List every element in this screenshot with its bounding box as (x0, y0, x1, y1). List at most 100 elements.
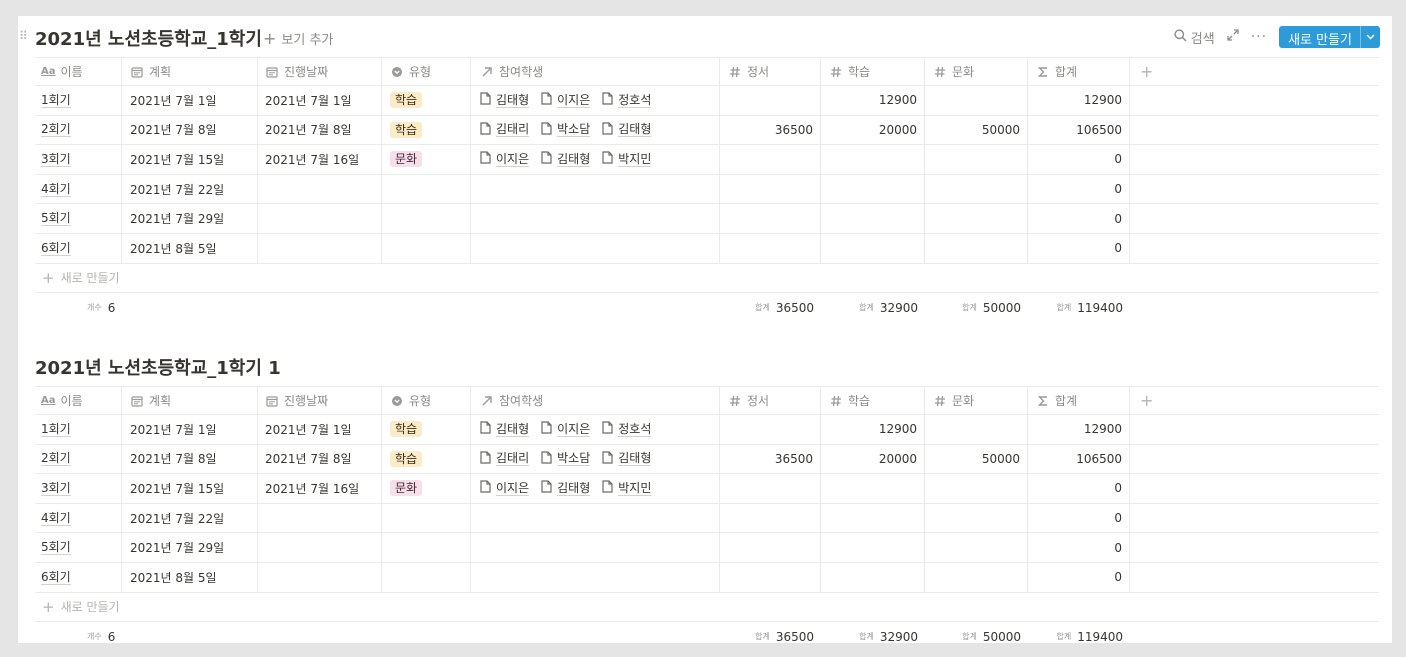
cell-participants[interactable]: 김태형 이지은 정호석 (471, 86, 720, 115)
drag-handle-icon[interactable]: ⠿ (19, 29, 29, 43)
add-view-button[interactable]: + 보기 추가 (263, 29, 333, 48)
calc-culture-sum[interactable]: 합계 50000 (925, 622, 1028, 652)
cell-plan[interactable]: 2021년 7월 22일 (122, 503, 258, 533)
calc-count[interactable]: 개수 6 (87, 293, 115, 323)
calc-count[interactable]: 개수 6 (87, 622, 115, 652)
cell-progress-date[interactable] (258, 562, 382, 592)
cell-name[interactable]: 6회기 (35, 233, 122, 263)
cell-name[interactable]: 1회기 (35, 415, 122, 444)
relation-page-link[interactable]: 박소담 (541, 122, 591, 138)
add-property-button[interactable]: + (1130, 387, 1379, 414)
cell-culture[interactable] (925, 474, 1028, 503)
cell-name[interactable]: 6회기 (35, 562, 122, 592)
cell-plan[interactable]: 2021년 7월 22일 (122, 174, 258, 204)
cell-study[interactable]: 12900 (821, 415, 925, 444)
row-title[interactable]: 3회기 (41, 481, 71, 496)
cell-type[interactable]: 학습 (382, 415, 471, 444)
cell-name[interactable]: 2회기 (35, 444, 122, 474)
cell-type[interactable]: 학습 (382, 86, 471, 115)
column-header-participants[interactable]: 참여학생 (471, 387, 720, 414)
table-row[interactable]: 5회기 2021년 7월 29일 0 (35, 204, 1379, 234)
relation-page-link[interactable]: 김태리 (480, 122, 530, 138)
cell-study[interactable]: 20000 (821, 444, 925, 474)
cell-plan[interactable]: 2021년 7월 29일 (122, 204, 258, 233)
cell-name[interactable]: 5회기 (35, 204, 122, 233)
cell-emotion[interactable] (720, 533, 821, 562)
more-options-icon[interactable]: ··· (1251, 29, 1267, 45)
cell-type[interactable] (382, 533, 471, 562)
cell-study[interactable]: 20000 (821, 115, 925, 145)
column-header-type[interactable]: 유형 (382, 58, 471, 85)
relation-page-link[interactable]: 김태형 (541, 151, 591, 167)
column-header-participants[interactable]: 참여학생 (471, 58, 720, 85)
cell-emotion[interactable] (720, 86, 821, 115)
cell-plan[interactable]: 2021년 7월 15일 (122, 145, 258, 174)
cell-participants[interactable] (471, 533, 720, 562)
cell-culture[interactable] (925, 174, 1028, 204)
cell-emotion[interactable]: 36500 (720, 115, 821, 145)
expand-icon[interactable] (1227, 29, 1239, 45)
column-header-culture[interactable]: 문화 (925, 58, 1028, 85)
cell-plan[interactable]: 2021년 7월 8일 (122, 444, 258, 474)
cell-plan[interactable]: 2021년 7월 1일 (122, 415, 258, 444)
cell-culture[interactable] (925, 503, 1028, 533)
relation-page-link[interactable]: 김태형 (602, 451, 652, 467)
calc-culture-sum[interactable]: 합계 50000 (925, 293, 1028, 323)
table-row[interactable]: 1회기 2021년 7월 1일 2021년 7월 1일 학습 김태형 이지은 정호석 1290… (35, 415, 1379, 445)
relation-page-link[interactable]: 김태형 (480, 421, 530, 437)
cell-emotion[interactable] (720, 174, 821, 204)
relation-page-link[interactable]: 박소담 (541, 451, 591, 467)
cell-culture[interactable] (925, 233, 1028, 263)
table-row[interactable]: 6회기 2021년 8월 5일 0 (35, 562, 1379, 593)
cell-type[interactable]: 문화 (382, 474, 471, 503)
table-row[interactable]: 3회기 2021년 7월 15일 2021년 7월 16일 문화 이지은 김태형 박지민 0 (35, 474, 1379, 504)
row-title[interactable]: 4회기 (41, 511, 71, 526)
cell-study[interactable] (821, 562, 925, 592)
cell-emotion[interactable] (720, 204, 821, 233)
relation-page-link[interactable]: 이지은 (480, 151, 530, 167)
column-header-emotion[interactable]: 정서 (720, 58, 821, 85)
relation-page-link[interactable]: 김태리 (480, 451, 530, 467)
relation-page-link[interactable]: 박지민 (602, 151, 652, 167)
table-row[interactable]: 2회기 2021년 7월 8일 2021년 7월 8일 학습 김태리 박소담 김태형 3650… (35, 115, 1379, 146)
cell-emotion[interactable]: 36500 (720, 444, 821, 474)
table-row[interactable]: 4회기 2021년 7월 22일 0 (35, 174, 1379, 205)
cell-study[interactable] (821, 204, 925, 233)
cell-culture[interactable] (925, 204, 1028, 233)
new-button[interactable]: 새로 만들기 (1279, 26, 1380, 48)
cell-progress-date[interactable] (258, 503, 382, 533)
cell-progress-date[interactable] (258, 204, 382, 233)
column-header-name[interactable]: Aa 이름 (35, 387, 122, 414)
column-header-plan[interactable]: 계획 (122, 387, 258, 414)
cell-emotion[interactable] (720, 474, 821, 503)
cell-name[interactable]: 3회기 (35, 474, 122, 503)
relation-page-link[interactable]: 정호석 (602, 92, 652, 108)
cell-type[interactable]: 학습 (382, 444, 471, 474)
calc-study-sum[interactable]: 합계 32900 (821, 622, 925, 652)
cell-participants[interactable]: 김태리 박소담 김태형 (471, 444, 720, 474)
cell-progress-date[interactable]: 2021년 7월 1일 (258, 86, 382, 115)
relation-page-link[interactable]: 김태형 (602, 122, 652, 138)
cell-progress-date[interactable]: 2021년 7월 16일 (258, 145, 382, 174)
cell-participants[interactable]: 김태형 이지은 정호석 (471, 415, 720, 444)
cell-type[interactable] (382, 233, 471, 263)
cell-type[interactable]: 학습 (382, 115, 471, 145)
cell-study[interactable] (821, 533, 925, 562)
cell-study[interactable] (821, 474, 925, 503)
cell-progress-date[interactable] (258, 174, 382, 204)
cell-study[interactable] (821, 233, 925, 263)
column-header-progress-date[interactable]: 진행날짜 (258, 387, 382, 414)
cell-participants[interactable] (471, 562, 720, 592)
cell-progress-date[interactable]: 2021년 7월 8일 (258, 115, 382, 145)
column-header-sum[interactable]: 합계 (1028, 58, 1130, 85)
new-row-button[interactable]: + 새로 만들기 (35, 593, 1379, 622)
cell-participants[interactable] (471, 233, 720, 263)
cell-name[interactable]: 4회기 (35, 174, 122, 204)
column-header-plan[interactable]: 계획 (122, 58, 258, 85)
cell-name[interactable]: 3회기 (35, 145, 122, 174)
cell-progress-date[interactable]: 2021년 7월 16일 (258, 474, 382, 503)
cell-plan[interactable]: 2021년 8월 5일 (122, 562, 258, 592)
cell-plan[interactable]: 2021년 7월 8일 (122, 115, 258, 145)
column-header-emotion[interactable]: 정서 (720, 387, 821, 414)
table-row[interactable]: 4회기 2021년 7월 22일 0 (35, 503, 1379, 534)
